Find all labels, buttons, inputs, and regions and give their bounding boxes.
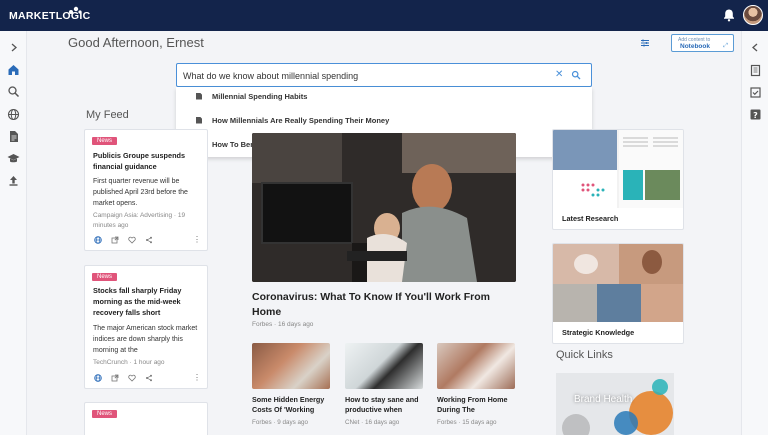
share-icon[interactable] [145,374,153,382]
woman-working-laptop-illustration [252,133,516,282]
article-title[interactable]: Some Hidden Energy Costs Of 'Working [252,395,332,415]
notifications-bell-icon[interactable] [722,8,736,22]
logo-dots-icon [69,6,83,14]
collapse-panel-chevron-icon[interactable] [749,41,762,54]
help-icon[interactable]: ? [749,108,762,121]
brand-health-link[interactable]: Brand Health [556,373,674,435]
strategic-knowledge-card[interactable]: Strategic Knowledge [552,243,684,344]
main-article-image[interactable] [252,133,516,282]
feed-card-actions [94,374,153,382]
left-sidebar [0,31,27,435]
latest-research-card[interactable]: Latest Research [552,129,684,230]
svg-text:?: ? [753,111,758,120]
brand-health-label: Brand Health [574,394,633,405]
document-icon [196,92,202,100]
notebook-icon[interactable] [749,64,762,77]
checklist-icon[interactable] [749,86,762,99]
quick-links-heading: Quick Links [556,349,613,361]
latest-research-image [553,130,683,208]
expand-icon: ⤢ [723,43,728,49]
user-avatar[interactable] [743,5,763,25]
more-options-icon[interactable]: ⋮ [193,235,201,244]
top-bar: MARKETLOGIC [0,0,768,31]
feed-card-source: TechCrunch · 1 hour ago [93,359,165,366]
article-source: Forbes · 15 days ago [437,419,497,426]
share-icon[interactable] [145,236,153,244]
feed-card-actions [94,236,153,244]
add-to-notebook-button[interactable]: Add content to Notebook ⤢ [671,34,734,52]
greeting-text: Good Afternoon, Ernest [68,35,204,50]
suggestion-item[interactable]: Millennial Spending Habits [196,89,307,103]
home-icon[interactable] [7,63,20,76]
news-badge: News [92,410,118,418]
feed-card-body: The major American stock market indices … [93,325,198,354]
heart-icon[interactable] [128,236,136,244]
feed-card-body: First quarter revenue will be published … [93,178,188,207]
article-title[interactable]: How to stay sane and productive when [345,395,425,415]
article-thumbnail[interactable] [252,343,330,389]
open-external-icon[interactable] [111,236,119,244]
feed-card-title[interactable]: Stocks fall sharply Friday morning as th… [93,285,203,318]
document-icon [196,116,202,124]
strategic-knowledge-label: Strategic Knowledge [562,328,635,337]
globe-icon[interactable] [94,374,102,382]
latest-research-label: Latest Research [562,214,619,223]
strategic-knowledge-image [553,244,683,322]
globe-icon[interactable] [7,108,20,121]
search-icon[interactable] [7,85,20,98]
feed-card[interactable]: News Stocks fall sharply Friday morning … [84,265,208,389]
feed-card-source: Campaign Asia: Advertising · 19 minutes … [93,212,186,229]
upload-icon[interactable] [7,174,20,187]
right-sidebar: ? [741,31,768,435]
app-logo[interactable]: MARKETLOGIC [9,6,90,24]
news-badge: News [92,273,118,281]
notebook-button-label: Notebook [680,43,710,50]
my-feed-heading: My Feed [86,109,129,121]
suggestion-item[interactable]: How Millennials Are Really Spending Thei… [196,113,389,127]
feed-card-title[interactable]: Publicis Groupe suspends financial guida… [93,150,203,172]
article-thumbnail[interactable] [345,343,423,389]
search-box: ✕ [176,63,592,87]
article-title[interactable]: Working From Home During The [437,395,517,415]
search-submit-icon[interactable] [571,70,581,80]
more-options-icon[interactable]: ⋮ [193,373,201,382]
search-input[interactable] [183,68,543,83]
heart-icon[interactable] [128,374,136,382]
news-badge: News [92,137,118,145]
article-source: CNet · 16 days ago [345,419,400,426]
globe-icon[interactable] [94,236,102,244]
suggestion-label: How Millennials Are Really Spending Thei… [212,115,390,125]
open-external-icon[interactable] [111,374,119,382]
article-thumbnail[interactable] [437,343,515,389]
graduation-cap-icon[interactable] [7,152,20,165]
feed-card[interactable]: News Publicis Groupe suspends financial … [84,129,208,251]
document-icon[interactable] [7,130,20,143]
main-article-title[interactable]: Coronavirus: What To Know If You'll Work… [252,290,516,320]
expand-sidebar-chevron-icon[interactable] [7,41,20,54]
main-article-source: Forbes · 16 days ago [252,321,314,328]
article-source: Forbes · 9 days ago [252,419,309,426]
feed-card[interactable]: News [84,402,208,435]
filter-settings-icon[interactable] [640,38,650,48]
clear-search-icon[interactable]: ✕ [555,69,563,80]
suggestion-label: Millennial Spending Habits [212,91,308,101]
